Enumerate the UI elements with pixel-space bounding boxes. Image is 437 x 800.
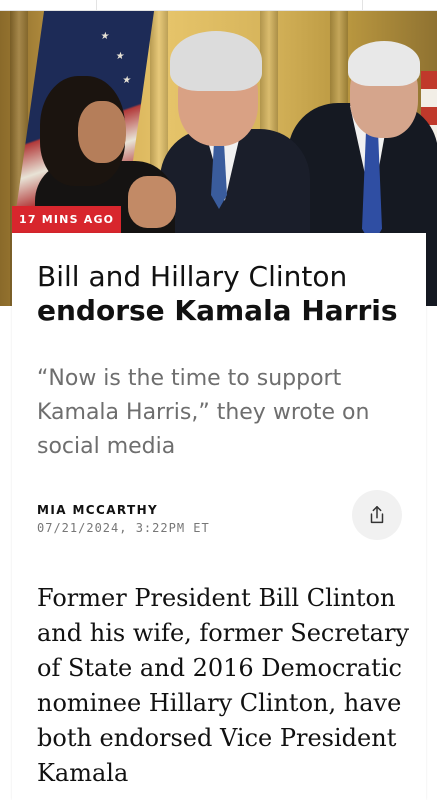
- divider: [362, 0, 363, 10]
- article-body: Former President Bill Clinton and his wi…: [37, 584, 410, 787]
- star-icon: ★: [99, 31, 111, 42]
- headline-line-2: endorse Kamala Harris: [37, 294, 398, 327]
- share-button[interactable]: [352, 490, 402, 540]
- article-card: Bill and Hillary Clinton endorse Kamala …: [12, 233, 426, 800]
- person-hair: [348, 41, 420, 86]
- person-hands: [128, 176, 176, 228]
- time-ago-badge: 17 MINS AGO: [12, 206, 122, 233]
- star-icon: ★: [121, 75, 133, 86]
- person-hair: [170, 31, 262, 91]
- author-name[interactable]: MIA MCCARTHY: [37, 503, 158, 517]
- star-icon: ★: [114, 51, 126, 62]
- person-face: [78, 101, 126, 163]
- headline: Bill and Hillary Clinton endorse Kamala …: [37, 260, 417, 328]
- article-dek: “Now is the time to support Kamala Harri…: [37, 366, 370, 459]
- share-icon: [370, 506, 384, 524]
- browser-top-strip: [0, 0, 437, 11]
- headline-line-1: Bill and Hillary Clinton: [37, 260, 348, 293]
- publish-date: 07/21/2024, 3:22PM ET: [37, 521, 210, 535]
- divider: [96, 0, 97, 10]
